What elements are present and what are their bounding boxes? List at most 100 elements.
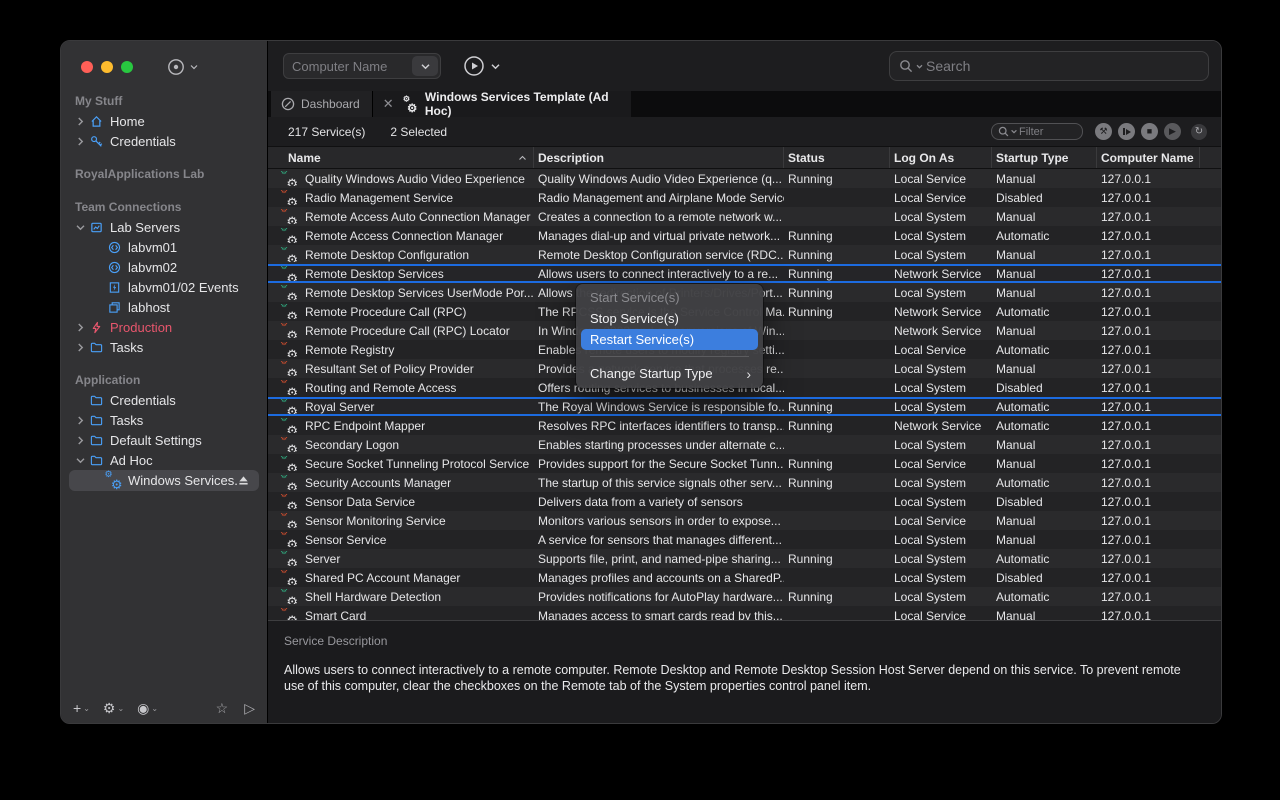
menu-item-restart-service-s[interactable]: Restart Service(s)	[581, 329, 758, 350]
search-input[interactable]	[926, 58, 1199, 74]
service-computer-name: 127.0.0.1	[1097, 514, 1200, 528]
service-name: Quality Windows Audio Video Experience	[305, 172, 525, 186]
tab-dashboard[interactable]: Dashboard	[271, 91, 373, 117]
service-gears-icon: ⚙⚙	[281, 247, 298, 262]
settings-button[interactable]: ⚙⌄	[103, 700, 124, 717]
column-header-logonas[interactable]: Log On As	[890, 147, 992, 168]
table-row-security-accounts-manager[interactable]: ⚙⚙ Security Accounts Manager The startup…	[268, 473, 1221, 492]
sidebar-item-labhost[interactable]: labhost	[61, 297, 267, 317]
zoom-window-button[interactable]	[121, 61, 133, 73]
sidebar-item-credentials[interactable]: Credentials	[61, 390, 267, 410]
actions-button[interactable]: ◉⌄	[137, 700, 158, 717]
table-row-server[interactable]: ⚙⚙ Server Supports file, print, and name…	[268, 549, 1221, 568]
column-header-startuptype[interactable]: Startup Type	[992, 147, 1097, 168]
table-row-remote-desktop-configuration[interactable]: ⚙⚙ Remote Desktop Configuration Remote D…	[268, 245, 1221, 264]
table-row-shell-hardware-detection[interactable]: ⚙⚙ Shell Hardware Detection Provides not…	[268, 587, 1221, 606]
play-service-button[interactable]: ▶	[1164, 123, 1181, 140]
service-gears-icon: ⚙⚙	[281, 494, 298, 509]
column-header-status[interactable]: Status	[784, 147, 890, 168]
sidebar-item-windows-services[interactable]: ⚙⚙Windows Services...	[69, 470, 259, 491]
service-computer-name: 127.0.0.1	[1097, 495, 1200, 509]
computer-name-dropdown-button[interactable]	[412, 56, 438, 76]
sidebar-toolbar-right: ☆ ▷	[216, 700, 255, 717]
service-description: Manages access to smart cards read by th…	[534, 609, 784, 621]
sidebar-item-credentials[interactable]: Credentials	[61, 131, 267, 151]
sidebar-item-label: Lab Servers	[110, 220, 180, 235]
column-header-computername[interactable]: Computer Name	[1097, 147, 1200, 168]
sidebar-item-labvm01-02-events[interactable]: labvm01/02 Events	[61, 277, 267, 297]
sidebar-item-labvm01[interactable]: labvm01	[61, 237, 267, 257]
table-row-remote-access-connection-manager[interactable]: ⚙⚙ Remote Access Connection Manager Mana…	[268, 226, 1221, 245]
sidebar-item-tasks[interactable]: Tasks	[61, 410, 267, 430]
chevron-right-icon[interactable]	[73, 436, 87, 445]
favorite-star-button[interactable]: ☆	[216, 700, 229, 717]
add-button[interactable]: +⌄	[73, 700, 90, 716]
table-row-remote-desktop-services[interactable]: ⚙⚙ Remote Desktop Services Allows users …	[268, 264, 1221, 283]
service-name: Secondary Logon	[305, 438, 399, 452]
connect-play-button[interactable]: ▷	[244, 700, 255, 717]
table-row-sensor-service[interactable]: ⚙⚙ Sensor Service A service for sensors …	[268, 530, 1221, 549]
restart-service-button[interactable]	[1118, 123, 1135, 140]
table-row-sensor-data-service[interactable]: ⚙⚙ Sensor Data Service Delivers data fro…	[268, 492, 1221, 511]
table-row-shared-pc-account-manager[interactable]: ⚙⚙ Shared PC Account Manager Manages pro…	[268, 568, 1221, 587]
table-row-radio-management-service[interactable]: ⚙⚙ Radio Management Service Radio Manage…	[268, 188, 1221, 207]
chevron-right-icon[interactable]	[73, 137, 87, 146]
table-row-royal-server[interactable]: ⚙⚙ Royal Server The Royal Windows Servic…	[268, 397, 1221, 416]
table-row-secondary-logon[interactable]: ⚙⚙ Secondary Logon Enables starting proc…	[268, 435, 1221, 454]
sidebar-item-production[interactable]: Production	[61, 317, 267, 337]
filter-input[interactable]	[1019, 126, 1076, 138]
window-icon	[105, 301, 123, 314]
chevron-down-icon[interactable]	[73, 457, 87, 464]
refresh-service-button[interactable]: ↻	[1191, 124, 1207, 140]
chevron-right-icon[interactable]	[73, 117, 87, 126]
chevron-right-icon[interactable]	[73, 416, 87, 425]
service-description: Radio Management and Airplane Mode Servi…	[534, 191, 784, 205]
sort-ascending-icon	[518, 155, 527, 161]
close-tab-icon[interactable]: ✕	[383, 96, 394, 112]
service-gears-icon: ⚙⚙	[281, 171, 298, 186]
chevron-right-icon[interactable]	[73, 323, 87, 332]
table-row-secure-socket-tunneling-protocol-service[interactable]: ⚙⚙ Secure Socket Tunneling Protocol Serv…	[268, 454, 1221, 473]
service-startup-type: Manual	[992, 533, 1097, 547]
table-row-quality-windows-audio-video-experience[interactable]: ⚙⚙ Quality Windows Audio Video Experienc…	[268, 169, 1221, 188]
service-description: Supports file, print, and named-pipe sha…	[534, 552, 784, 566]
column-header-name[interactable]: Name	[268, 147, 534, 168]
sidebar-item-lab-servers[interactable]: Lab Servers	[61, 217, 267, 237]
service-name: Remote Desktop Services	[305, 267, 444, 281]
sidebar-item-label: Tasks	[110, 413, 143, 428]
service-gears-icon: ⚙⚙	[281, 570, 298, 585]
column-header-description[interactable]: Description	[534, 147, 784, 168]
sidebar-item-labvm02[interactable]: labvm02	[61, 257, 267, 277]
service-gears-icon: ⚙⚙	[281, 285, 298, 300]
sidebar-item-ad-hoc[interactable]: Ad Hoc	[61, 450, 267, 470]
service-gears-icon: ⚙⚙	[281, 513, 298, 528]
execute-button[interactable]	[463, 55, 500, 77]
eject-icon[interactable]	[238, 475, 249, 486]
service-logon: Local System	[890, 495, 992, 509]
stop-service-button[interactable]: ■	[1141, 123, 1158, 140]
service-description: The startup of this service signals othe…	[534, 476, 784, 490]
tab-windows-services-template[interactable]: ✕ ⚙⚙ Windows Services Template (Ad Hoc)	[373, 91, 631, 117]
wrench-service-button[interactable]: ⚒	[1095, 123, 1112, 140]
sidebar-item-default-settings[interactable]: Default Settings	[61, 430, 267, 450]
computer-name-input[interactable]	[284, 59, 412, 74]
menu-item-stop-service-s[interactable]: Stop Service(s)	[576, 308, 763, 329]
sidebar-item-home[interactable]: Home	[61, 111, 267, 131]
sidebar-item-tasks[interactable]: Tasks	[61, 337, 267, 357]
chevron-down-icon[interactable]	[73, 224, 87, 231]
minimize-window-button[interactable]	[101, 61, 113, 73]
app-menu-button[interactable]	[167, 58, 198, 76]
table-row-remote-access-auto-connection-manager[interactable]: ⚙⚙ Remote Access Auto Connection Manager…	[268, 207, 1221, 226]
sidebar-item-label: Credentials	[110, 134, 176, 149]
service-computer-name: 127.0.0.1	[1097, 571, 1200, 585]
table-row-rpc-endpoint-mapper[interactable]: ⚙⚙ RPC Endpoint Mapper Resolves RPC inte…	[268, 416, 1221, 435]
close-window-button[interactable]	[81, 61, 93, 73]
table-row-sensor-monitoring-service[interactable]: ⚙⚙ Sensor Monitoring Service Monitors va…	[268, 511, 1221, 530]
chevron-right-icon[interactable]	[73, 343, 87, 352]
sidebar: My StuffHomeCredentialsRoyalApplications…	[61, 41, 268, 723]
table-row-smart-card[interactable]: ⚙⚙ Smart Card Manages access to smart ca…	[268, 606, 1221, 620]
context-menu: Start Service(s)Stop Service(s)Restart S…	[576, 284, 763, 388]
service-gears-icon: ⚙⚙	[281, 342, 298, 357]
menu-item-change-startup-type[interactable]: Change Startup Type›	[576, 363, 763, 384]
service-name: Secure Socket Tunneling Protocol Service	[305, 457, 529, 471]
